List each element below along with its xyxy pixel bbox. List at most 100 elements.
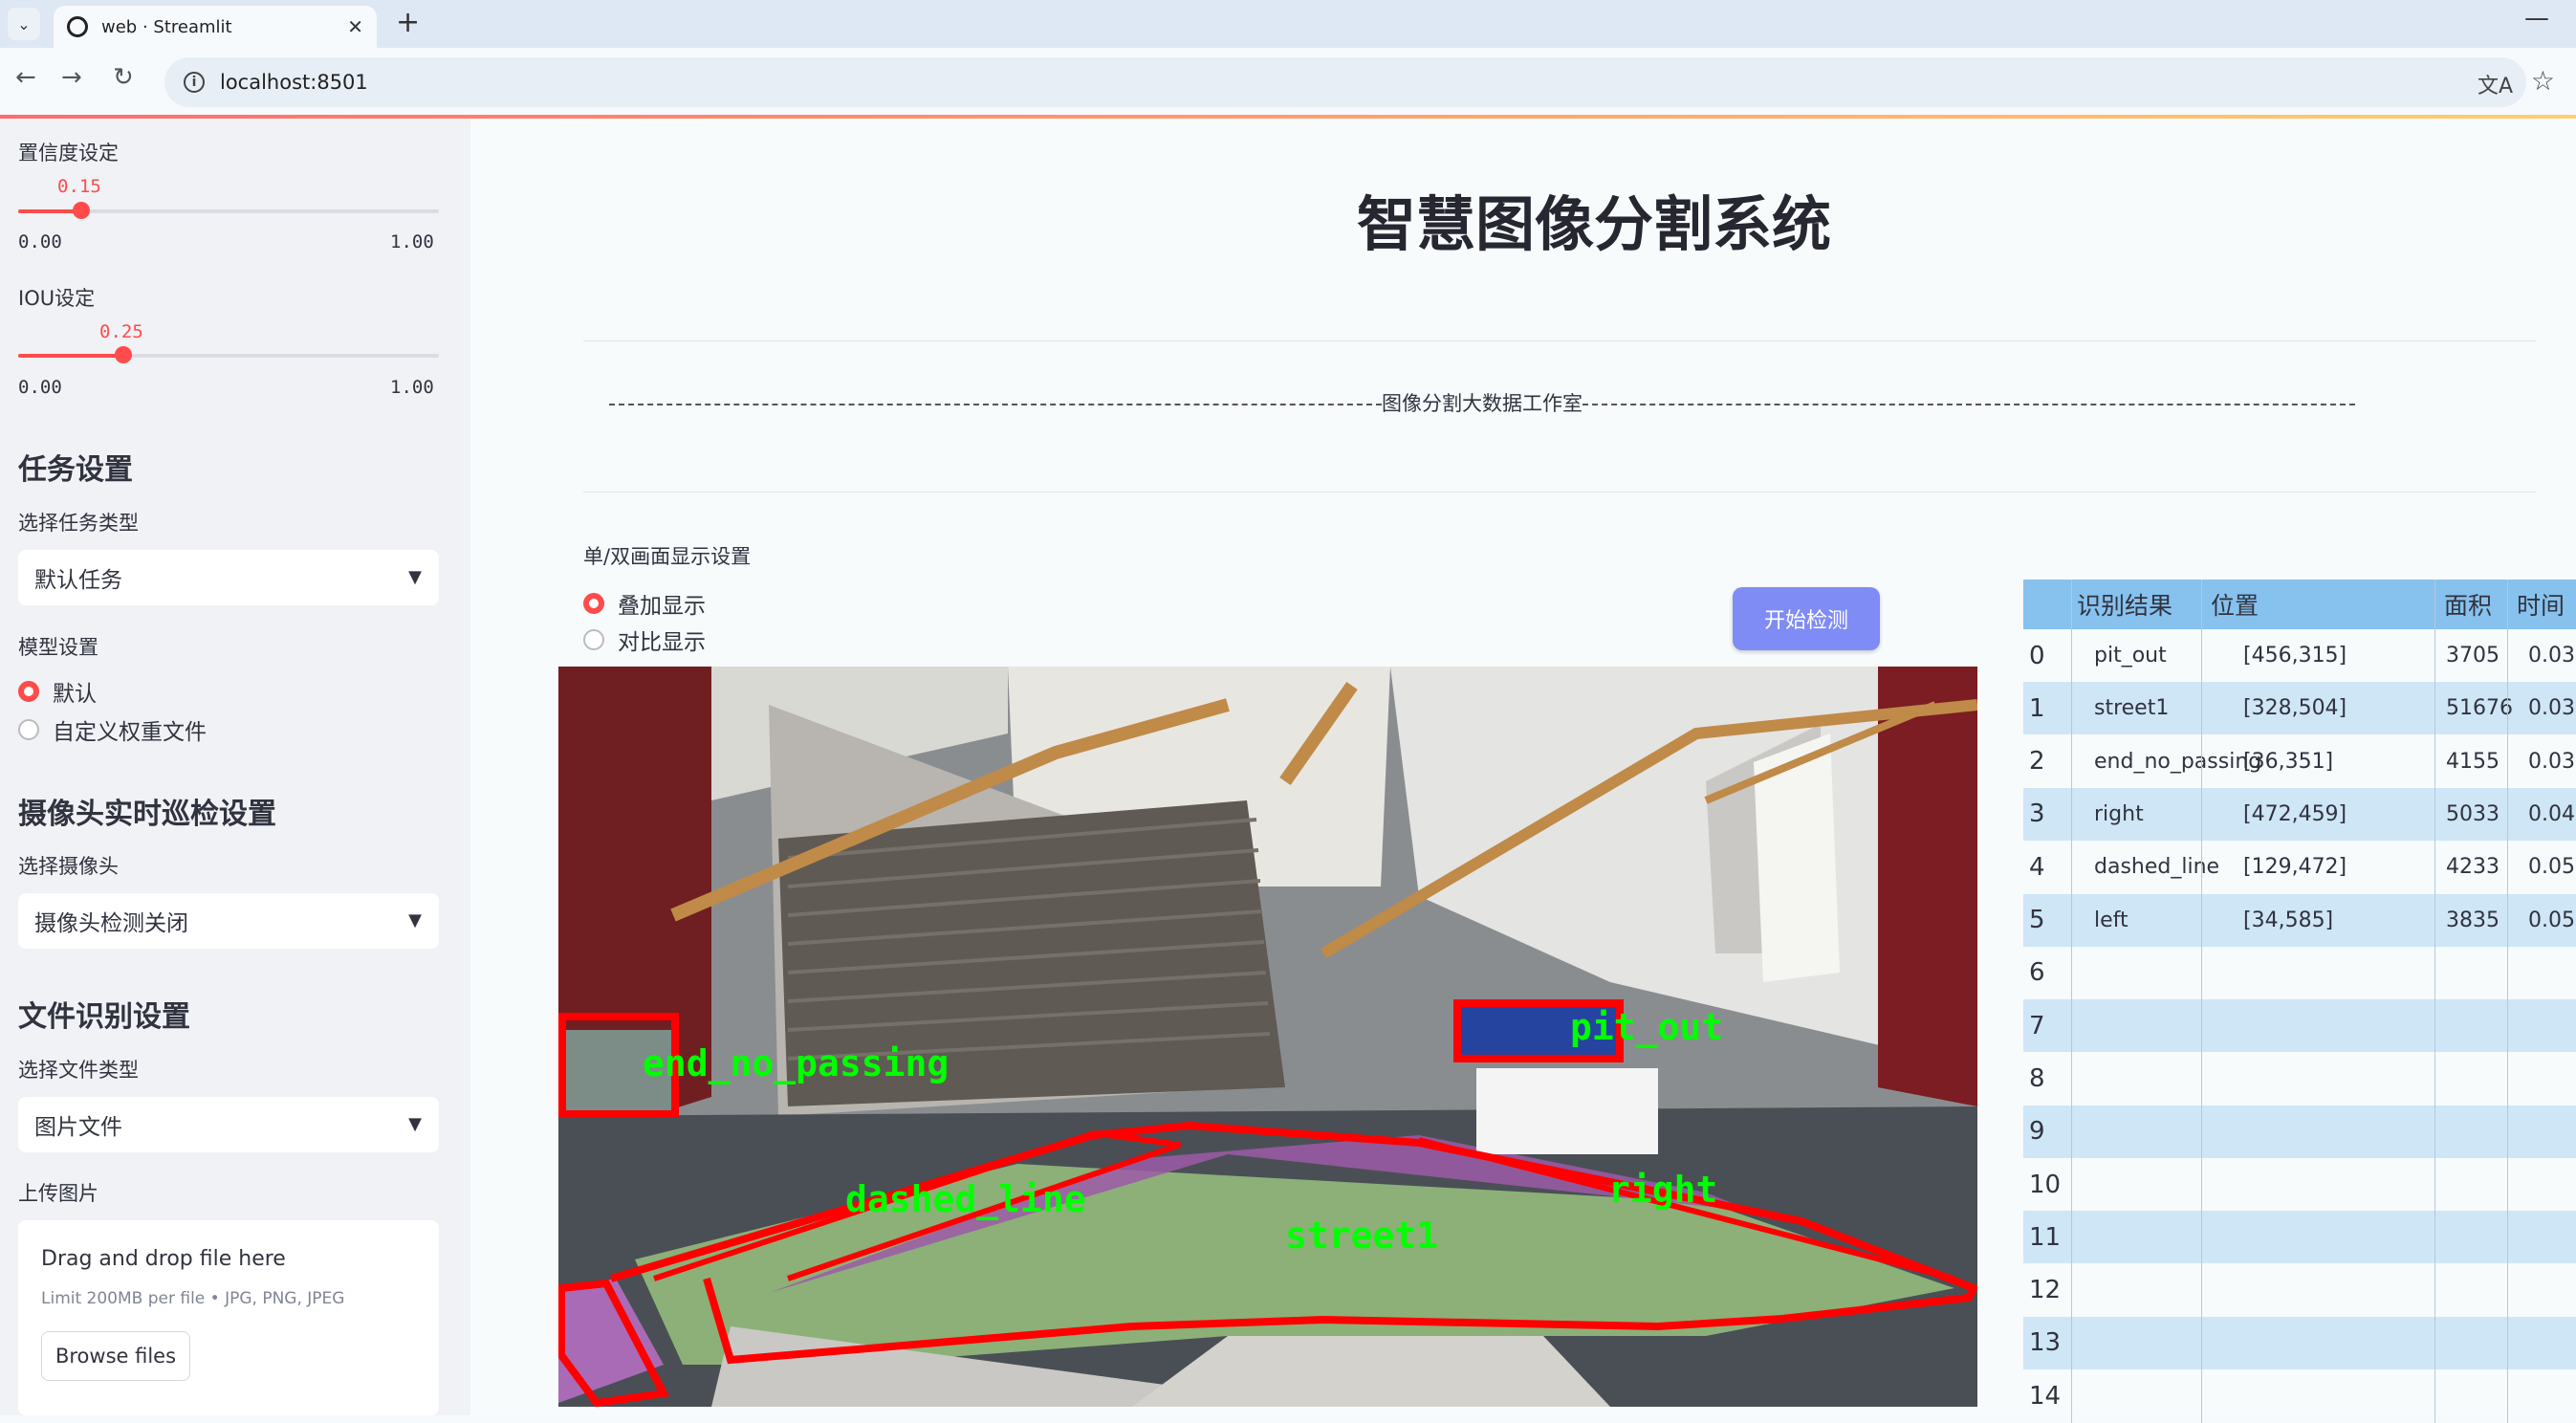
radio-unselected-icon <box>583 629 604 650</box>
streamlit-favicon-icon <box>67 16 88 37</box>
tab-search-button[interactable]: ⌄ <box>8 8 40 40</box>
dashed-rule-left <box>609 404 1382 405</box>
row-area: 4233 <box>2446 855 2500 880</box>
camera-select[interactable]: 摄像头检测关闭 ▼ <box>18 893 439 949</box>
row-position: [472,459] <box>2243 801 2347 826</box>
header-area: 面积 <box>2444 592 2493 620</box>
scene-svg: end_no_passing pit_out dashed_line right… <box>558 667 1977 1407</box>
start-detection-button[interactable]: 开始检测 <box>1733 587 1880 650</box>
row-index: 1 <box>2029 693 2045 723</box>
file-settings-header: 文件识别设置 <box>18 1000 190 1034</box>
close-icon[interactable]: ✕ <box>347 15 363 38</box>
chevron-down-icon: ▼ <box>408 567 422 587</box>
dashed-rule-right <box>1583 404 2355 405</box>
chevron-down-icon: ⌄ <box>17 14 31 33</box>
row-index: 14 <box>2029 1381 2062 1411</box>
minimize-icon[interactable]: — <box>2524 4 2549 33</box>
row-time: 0.03 <box>2528 696 2575 721</box>
browse-files-button[interactable]: Browse files <box>41 1331 190 1381</box>
table-row: 11 <box>2023 1211 2576 1264</box>
row-time: 0.04 <box>2528 801 2575 826</box>
iou-slider-thumb[interactable] <box>115 346 132 363</box>
row-index: 3 <box>2029 799 2045 829</box>
reload-icon[interactable]: ↻ <box>113 63 134 92</box>
row-area: 51676 <box>2446 696 2513 721</box>
row-index: 7 <box>2029 1011 2045 1040</box>
segmentation-result-image: end_no_passing pit_out dashed_line right… <box>558 667 1977 1407</box>
radio-selected-icon <box>583 593 604 614</box>
chevron-down-icon: ▼ <box>408 910 422 930</box>
back-arrow-icon[interactable]: ← <box>15 63 36 92</box>
row-position: [129,472] <box>2243 855 2347 880</box>
header-result: 识别结果 <box>2077 592 2173 620</box>
table-row: 4 dashed_line [129,472] 4233 0.05 <box>2023 841 2576 893</box>
row-index: 6 <box>2029 958 2045 988</box>
display-settings-label: 单/双画面显示设置 <box>583 545 752 568</box>
tab-title: web · Streamlit <box>101 16 232 37</box>
studio-divider-text: 图像分割大数据工作室 <box>1382 392 1583 415</box>
browser-tab-bar: ⌄ web · Streamlit ✕ + — <box>0 0 2576 48</box>
display-option-compare-label: 对比显示 <box>618 630 706 655</box>
column-divider <box>2507 580 2508 1423</box>
scene-label-end-no-passing: end_no_passing <box>643 1042 949 1084</box>
table-row: 14 <box>2023 1369 2576 1422</box>
iou-label: IOU设定 <box>18 287 96 310</box>
site-info-icon[interactable]: i <box>184 72 205 93</box>
radio-unselected-icon <box>18 719 39 740</box>
model-option-custom[interactable]: 自定义权重文件 <box>18 713 207 746</box>
browser-tab[interactable]: web · Streamlit ✕ <box>54 6 377 48</box>
confidence-slider-thumb[interactable] <box>73 202 90 219</box>
model-option-default-label: 默认 <box>53 682 97 707</box>
row-time: 0.05 <box>2528 908 2575 932</box>
table-row: 3 right [472,459] 5033 0.04 <box>2023 787 2576 841</box>
header-position: 位置 <box>2211 592 2259 620</box>
row-index: 9 <box>2029 1117 2045 1147</box>
table-row: 8 <box>2023 1052 2576 1105</box>
forward-arrow-icon[interactable]: → <box>61 63 82 92</box>
row-index: 2 <box>2029 747 2045 777</box>
iou-slider-fill <box>18 354 123 358</box>
upload-label: 上传图片 <box>18 1182 98 1205</box>
address-bar[interactable]: i localhost:8501 <box>164 57 2526 107</box>
header-time: 时间 <box>2517 592 2565 620</box>
upload-limit: Limit 200MB per file • JPG, PNG, JPEG <box>41 1289 345 1308</box>
row-index: 10 <box>2029 1170 2062 1199</box>
confidence-min: 0.00 <box>18 231 62 252</box>
camera-select-label: 选择摄像头 <box>18 855 119 878</box>
scene-label-right: right <box>1608 1169 1717 1211</box>
page-title: 智慧图像分割系统 <box>1356 189 1831 259</box>
column-divider <box>2434 580 2435 1423</box>
column-divider <box>2071 580 2072 1423</box>
model-option-default[interactable]: 默认 <box>18 675 97 708</box>
iou-slider[interactable] <box>18 346 439 363</box>
table-header-row: 识别结果 位置 面积 时间 <box>2023 580 2576 629</box>
table-row: 7 <box>2023 999 2576 1053</box>
translate-icon[interactable]: 文A <box>2478 69 2513 99</box>
confidence-slider[interactable] <box>18 202 439 219</box>
display-option-overlay[interactable]: 叠加显示 <box>583 587 706 620</box>
row-time: 0.03 <box>2528 644 2575 668</box>
studio-divider: 图像分割大数据工作室 <box>583 388 2381 417</box>
row-index: 13 <box>2029 1328 2062 1358</box>
bookmark-star-icon[interactable]: ☆ <box>2531 65 2555 97</box>
file-uploader-dropzone[interactable]: Drag and drop file here Limit 200MB per … <box>18 1220 439 1415</box>
row-time: 0.05 <box>2528 855 2575 880</box>
iou-min: 0.00 <box>18 377 62 398</box>
table-row: 6 <box>2023 947 2576 999</box>
main-content: 智慧图像分割系统 图像分割大数据工作室 单/双画面显示设置 叠加显示 对比显示 … <box>470 119 2576 1423</box>
browser-toolbar: ← → ↻ i localhost:8501 文A ☆ <box>0 48 2576 117</box>
display-option-compare[interactable]: 对比显示 <box>583 624 706 656</box>
row-result: street1 <box>2094 696 2170 721</box>
table-row: 9 <box>2023 1105 2576 1158</box>
row-index: 12 <box>2029 1276 2062 1305</box>
row-position: [34,585] <box>2243 908 2334 932</box>
row-area: 5033 <box>2446 801 2500 826</box>
row-position: [456,315] <box>2243 644 2347 668</box>
task-settings-header: 任务设置 <box>18 453 133 487</box>
row-time: 0.03 <box>2528 749 2575 774</box>
task-type-select[interactable]: 默认任务 ▼ <box>18 550 439 605</box>
file-type-select[interactable]: 图片文件 ▼ <box>18 1097 439 1152</box>
column-divider <box>2201 580 2202 1423</box>
new-tab-plus-icon[interactable]: + <box>396 6 420 39</box>
iou-value: 0.25 <box>99 321 143 342</box>
